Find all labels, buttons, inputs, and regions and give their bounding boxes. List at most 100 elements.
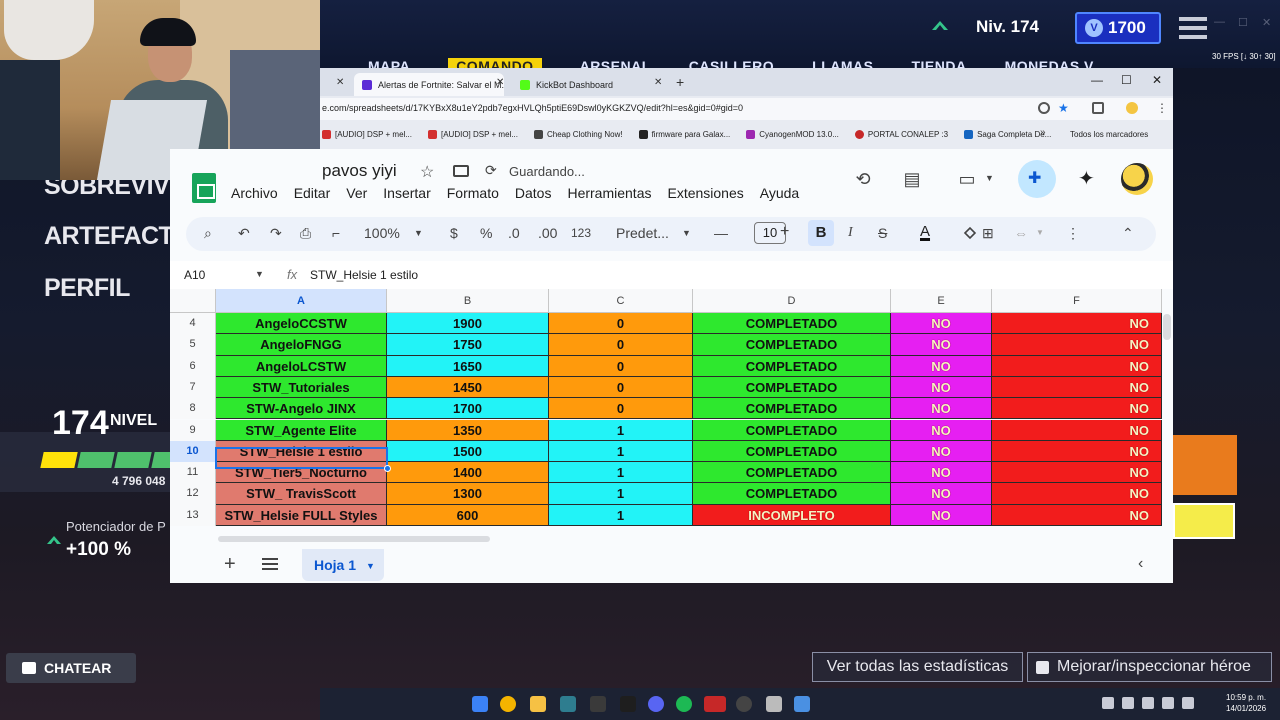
user-avatar[interactable]: [1121, 163, 1153, 195]
zoom-icon[interactable]: [1038, 102, 1050, 114]
cell-d[interactable]: COMPLETADO: [693, 355, 891, 377]
undo-icon[interactable]: ↶: [238, 225, 250, 242]
cell-a[interactable]: AngeloCCSTW: [216, 313, 387, 335]
bookmark-item[interactable]: CyanogenMOD 13.0...: [746, 129, 839, 139]
vertical-scrollbar[interactable]: [1163, 314, 1171, 340]
cell-e[interactable]: NO: [891, 355, 992, 377]
formula-input[interactable]: STW_Helsie 1 estilo: [310, 268, 418, 282]
cell-d[interactable]: COMPLETADO: [693, 313, 891, 335]
row-number[interactable]: 4: [170, 313, 216, 335]
cell-e[interactable]: NO: [891, 440, 992, 463]
document-title[interactable]: pavos yiyi: [322, 161, 397, 181]
bold-button[interactable]: B: [808, 220, 834, 246]
cell-c[interactable]: 1: [549, 419, 693, 441]
cell-f[interactable]: NO: [992, 504, 1162, 526]
chat-button[interactable]: CHATEAR: [6, 653, 136, 683]
cell-b[interactable]: 1650: [387, 355, 549, 377]
name-box-dropdown-icon[interactable]: ▼: [255, 269, 264, 279]
column-header-f[interactable]: F: [992, 289, 1162, 313]
spotify-icon[interactable]: [676, 696, 692, 712]
cell-e[interactable]: NO: [891, 313, 992, 335]
zoom-select[interactable]: 100%: [364, 225, 400, 241]
cell-a[interactable]: STW_ TravisScott: [216, 483, 387, 505]
select-all-corner[interactable]: [170, 289, 216, 313]
name-box[interactable]: A10: [184, 268, 205, 282]
address-bar[interactable]: e.com/spreadsheets/d/17KYBxX8u1eY2pdb7eg…: [320, 98, 1173, 120]
row-number[interactable]: 13: [170, 504, 216, 526]
cell-b[interactable]: 1450: [387, 376, 549, 399]
cell-a[interactable]: STW_Helsie 1 estilo: [216, 440, 387, 463]
cell-e[interactable]: NO: [891, 462, 992, 484]
profile-icon[interactable]: [1126, 102, 1138, 114]
column-header-c[interactable]: C: [549, 289, 693, 313]
menu-extensions[interactable]: Extensiones: [667, 185, 743, 201]
comments-icon[interactable]: ▤: [901, 169, 923, 189]
vbucks-counter[interactable]: V 1700: [1075, 12, 1161, 44]
cell-f[interactable]: NO: [992, 398, 1162, 420]
cell-a[interactable]: STW_Tutoriales: [216, 376, 387, 399]
share-button[interactable]: ✚: [1018, 160, 1056, 198]
row-number[interactable]: 9: [170, 419, 216, 441]
view-stats-button[interactable]: Ver todas las estadísticas: [812, 652, 1023, 682]
browser-menu-icon[interactable]: ⋮: [1156, 101, 1168, 115]
paint-format-icon[interactable]: ⌐: [332, 225, 340, 241]
row-number[interactable]: 8: [170, 398, 216, 420]
browser-tab[interactable]: KickBot Dashboard: [512, 73, 662, 96]
cell-a[interactable]: AngeloLCSTW: [216, 355, 387, 377]
bookmark-item[interactable]: [AUDIO] DSP + mel...: [427, 129, 518, 139]
side-panel-toggle-icon[interactable]: ‹: [1138, 555, 1143, 573]
close-icon[interactable]: ✕: [1262, 16, 1271, 29]
app-icon[interactable]: [590, 696, 606, 712]
fill-handle[interactable]: [384, 465, 391, 472]
bookmark-item[interactable]: PORTAL CONALEP :3: [854, 129, 948, 139]
close-icon[interactable]: ✕: [1152, 73, 1162, 87]
side-menu-profile[interactable]: PERFIL: [44, 274, 130, 303]
clock[interactable]: 10:59 p. m. 14/01/2026: [1226, 692, 1266, 714]
cell-f[interactable]: NO: [992, 334, 1162, 356]
cell-d[interactable]: COMPLETADO: [693, 440, 891, 463]
cell-b[interactable]: 1350: [387, 419, 549, 441]
cell-d[interactable]: COMPLETADO: [693, 483, 891, 505]
minimize-icon[interactable]: —: [1091, 73, 1103, 87]
cell-e[interactable]: NO: [891, 376, 992, 399]
tab-close-icon[interactable]: ✕: [654, 77, 662, 88]
obs-icon[interactable]: [736, 696, 752, 712]
app-icon[interactable]: [620, 696, 636, 712]
column-header-d[interactable]: D: [693, 289, 891, 313]
cell-c[interactable]: 1: [549, 440, 693, 463]
maximize-icon[interactable]: ☐: [1238, 16, 1248, 29]
more-bookmarks-icon[interactable]: »: [1040, 127, 1046, 138]
move-folder-icon[interactable]: [453, 165, 469, 177]
cell-c[interactable]: 0: [549, 355, 693, 377]
menu-data[interactable]: Datos: [515, 185, 552, 201]
merge-dropdown-icon[interactable]: ▼: [1036, 228, 1044, 237]
currency-format-button[interactable]: $: [450, 225, 458, 241]
cell-f[interactable]: NO: [992, 483, 1162, 505]
gemini-icon[interactable]: ✦: [1078, 166, 1095, 191]
game-menu-icon[interactable]: [1179, 17, 1207, 39]
start-icon[interactable]: [472, 696, 488, 712]
menu-format[interactable]: Formato: [447, 185, 499, 201]
number-format-button[interactable]: 123: [571, 226, 591, 240]
strikethrough-button[interactable]: S: [878, 225, 887, 241]
menu-edit[interactable]: Editar: [294, 185, 331, 201]
row-number[interactable]: 7: [170, 376, 216, 399]
url-text[interactable]: e.com/spreadsheets/d/17KYBxX8u1eY2pdb7eg…: [322, 103, 743, 113]
cell-c[interactable]: 0: [549, 398, 693, 420]
cell-b[interactable]: 600: [387, 504, 549, 526]
cell-b[interactable]: 1500: [387, 440, 549, 463]
print-icon[interactable]: ⎙: [300, 225, 311, 242]
borders-icon[interactable]: ⊞: [982, 225, 994, 242]
cell-b[interactable]: 1750: [387, 334, 549, 356]
bookmark-star-icon[interactable]: ★: [1058, 101, 1069, 115]
italic-button[interactable]: I: [848, 225, 853, 241]
menu-tools[interactable]: Herramientas: [567, 185, 651, 201]
cell-c[interactable]: 0: [549, 334, 693, 356]
cell-d[interactable]: COMPLETADO: [693, 419, 891, 441]
column-header-b[interactable]: B: [387, 289, 549, 313]
menu-file[interactable]: Archivo: [231, 185, 278, 201]
row-number[interactable]: 5: [170, 334, 216, 356]
meet-dropdown-icon[interactable]: ▼: [985, 173, 994, 183]
discord-icon[interactable]: [648, 696, 664, 712]
fill-color-icon[interactable]: [962, 225, 978, 241]
